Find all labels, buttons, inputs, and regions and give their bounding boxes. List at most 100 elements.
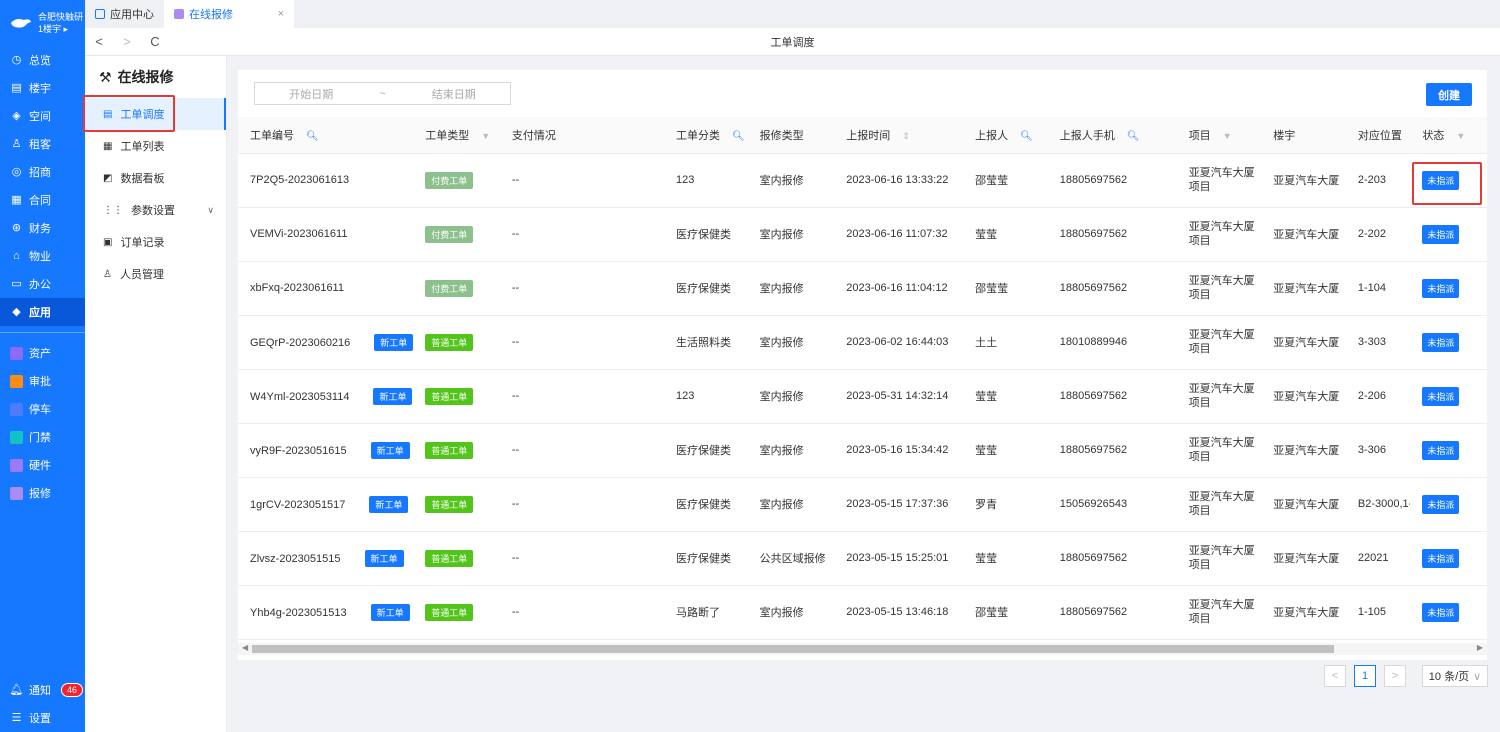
nav-item-4[interactable]: ◎ 招商 [0, 158, 85, 186]
brand-building[interactable]: 1楼宇 ▸ [38, 23, 83, 35]
filter-icon[interactable]: ▼ [481, 131, 490, 141]
sort-icon[interactable]: ⇕ [902, 131, 910, 141]
nav-item-9[interactable]: ◆ 应用 [0, 298, 85, 326]
cell-phone: 18805697562 [1047, 207, 1177, 262]
cell-cat: 医疗保健类 [664, 207, 748, 262]
table-row[interactable]: GEQrP-2023060216 新工单 普通工单 -- 生活照料类 室内报修 2023-0… [238, 315, 1487, 370]
table-row[interactable]: VEMVi-2023061611 付费工单 -- 医疗保健类 室内报修 2023-06-1… [238, 207, 1487, 262]
scrollbar-thumb[interactable] [252, 645, 1334, 653]
nav-app-2[interactable]: 停车 [0, 395, 85, 423]
cell-pay: -- [499, 153, 665, 208]
date-range-picker[interactable]: 开始日期 ~ 结束日期 [254, 82, 511, 105]
cell-id: Zlvsz-2023051515 新工单 [238, 531, 414, 586]
submenu-item-0[interactable]: ▤ 工单调度 [85, 98, 226, 130]
cell-project: 亚夏汽车大厦项目 [1176, 315, 1262, 370]
new-order-badge: 新工单 [373, 387, 413, 405]
search-icon[interactable]: 🔍︎ [732, 131, 745, 142]
nav-app-3[interactable]: 门禁 [0, 423, 85, 451]
forward-button[interactable]: > [113, 34, 141, 49]
submenu-item-3[interactable]: ⋮⋮ 参数设置 ∨ [85, 194, 226, 226]
status-unassigned-button[interactable]: 未指派 [1422, 224, 1460, 244]
scroll-left-icon[interactable]: ◀ [242, 643, 248, 652]
end-date-input[interactable]: 结束日期 [398, 86, 511, 102]
cell-rtype: 室内报修 [747, 369, 835, 424]
cell-phone: 18805697562 [1047, 585, 1177, 640]
status-unassigned-button[interactable]: 未指派 [1422, 602, 1460, 622]
table-row[interactable]: W4Yml-2023053114 新工单 普通工单 -- 123 室内报修 2023-05-… [238, 369, 1487, 424]
table-header: 工单编号 🔍︎ 工单类型 ▼ 支付情况 工单分类 🔍︎ 报修类型 上报时间 ⇕ 上报人 🔍… [238, 117, 1487, 154]
nav-item-1[interactable]: ▤ 楼宇 [0, 74, 85, 102]
table-row[interactable]: Yhb4g-2023051513 新工单 普通工单 -- 马路断了 室内报修 2023-05… [238, 585, 1487, 640]
nav-notify[interactable]: 🔔︎ 通知 46 [0, 676, 85, 704]
nav-item-6[interactable]: ⊛ 财务 [0, 214, 85, 242]
refresh-button[interactable]: C [141, 34, 169, 49]
submenu-item-1[interactable]: ▦ 工单列表 [85, 130, 226, 162]
cell-time: 2023-05-16 15:34:42 [834, 423, 964, 478]
cell-status: 未指派 [1410, 261, 1487, 316]
table-row[interactable]: xbFxq-2023061611 付费工单 -- 医疗保健类 室内报修 2023-06-1… [238, 261, 1487, 316]
scroll-right-icon[interactable]: ▶ [1477, 643, 1483, 652]
cell-type: 普通工单 [413, 423, 500, 478]
page-1-button[interactable]: 1 [1354, 665, 1376, 687]
nav-item-5[interactable]: ▦ 合同 [0, 186, 85, 214]
next-page-button[interactable]: > [1384, 665, 1406, 687]
col-pay: 支付情况 [499, 117, 665, 154]
status-unassigned-button[interactable]: 未指派 [1422, 278, 1460, 298]
create-button[interactable]: 创建 [1426, 83, 1472, 106]
submenu-item-5[interactable]: ♙ 人员管理 [85, 258, 226, 290]
cell-reporter: 罗青 [963, 477, 1048, 532]
table-row[interactable]: vyR9F-2023051615 新工单 普通工单 -- 医疗保健类 室内报修 2023-0… [238, 423, 1487, 478]
filter-icon[interactable]: ▼ [1456, 131, 1465, 141]
brand-name: 合肥快触研 [38, 12, 84, 22]
table-row[interactable]: 7P2Q5-2023061613 付费工单 -- 123 室内报修 2023-06-16 … [238, 153, 1487, 208]
horizontal-scrollbar[interactable]: ◀ ▶ [238, 643, 1487, 655]
status-unassigned-button[interactable]: 未指派 [1422, 494, 1460, 514]
tab-app-center[interactable]: 应用中心 [85, 0, 164, 28]
nav-item-7[interactable]: ⌂ 物业 [0, 242, 85, 270]
nav-item-8[interactable]: ▭ 办公 [0, 270, 85, 298]
status-unassigned-button[interactable]: 未指派 [1422, 332, 1460, 352]
nav-settings[interactable]: ☰ 设置 [0, 704, 85, 732]
col-cat: 工单分类 🔍︎ [664, 117, 748, 154]
search-icon[interactable]: 🔍︎ [306, 131, 319, 142]
status-unassigned-button[interactable]: 未指派 [1422, 440, 1460, 460]
nav-app-1[interactable]: 审批 [0, 367, 85, 395]
table-row[interactable]: 1grCV-2023051517 新工单 普通工单 -- 医疗保健类 室内报修 2023-0… [238, 477, 1487, 532]
users-icon: ♙ [11, 137, 22, 150]
cell-id: vyR9F-2023051615 新工单 [238, 423, 414, 478]
nav-app-5[interactable]: 报修 [0, 479, 85, 507]
search-icon[interactable]: 🔍︎ [1127, 131, 1140, 142]
close-icon[interactable]: × [278, 8, 284, 20]
status-unassigned-button[interactable]: 未指派 [1422, 548, 1460, 568]
filter-icon[interactable]: ▼ [1223, 131, 1232, 141]
cell-building: 亚夏汽车大厦 [1261, 585, 1346, 640]
brand[interactable]: 合肥快触研 1楼宇 ▸ [0, 0, 85, 46]
cell-phone: 18805697562 [1047, 531, 1177, 586]
order-type-badge: 普通工单 [425, 495, 474, 513]
search-icon[interactable]: 🔍︎ [1020, 131, 1033, 142]
app-center-icon [95, 9, 105, 19]
nav-item-2[interactable]: ◈ 空间 [0, 102, 85, 130]
tab-online-repair[interactable]: 在线报修 × [164, 0, 294, 28]
cell-status: 未指派 [1410, 477, 1487, 532]
back-button[interactable]: < [85, 34, 113, 49]
submenu-item-4[interactable]: ▣ 订单记录 [85, 226, 226, 258]
status-unassigned-button[interactable]: 未指派 [1422, 386, 1460, 406]
chevron-down-icon[interactable]: ∨ [207, 205, 214, 216]
cell-cat: 123 [664, 369, 748, 424]
work-order-table: 工单编号 🔍︎ 工单类型 ▼ 支付情况 工单分类 🔍︎ 报修类型 上报时间 ⇕ 上报人 🔍… [238, 117, 1487, 640]
prev-page-button[interactable]: < [1324, 665, 1346, 687]
menu-icon: ☰ [11, 711, 22, 724]
nav-item-0[interactable]: ◷ 总览 [0, 46, 85, 74]
col-status: 状态 ▼ [1410, 117, 1487, 154]
submenu-item-2[interactable]: ◩ 数据看板 [85, 162, 226, 194]
cell-reporter: 莹莹 [963, 207, 1048, 262]
nav-item-3[interactable]: ♙ 租客 [0, 130, 85, 158]
start-date-input[interactable]: 开始日期 [255, 86, 368, 102]
table-row[interactable]: Zlvsz-2023051515 新工单 普通工单 -- 医疗保健类 公共区域报修 2023… [238, 531, 1487, 586]
cell-rtype: 室内报修 [747, 153, 835, 208]
nav-app-4[interactable]: 硬件 [0, 451, 85, 479]
nav-app-0[interactable]: 资产 [0, 339, 85, 367]
page-size-select[interactable]: 10 条/页 ∨ [1422, 665, 1488, 687]
status-unassigned-button[interactable]: 未指派 [1422, 170, 1460, 190]
